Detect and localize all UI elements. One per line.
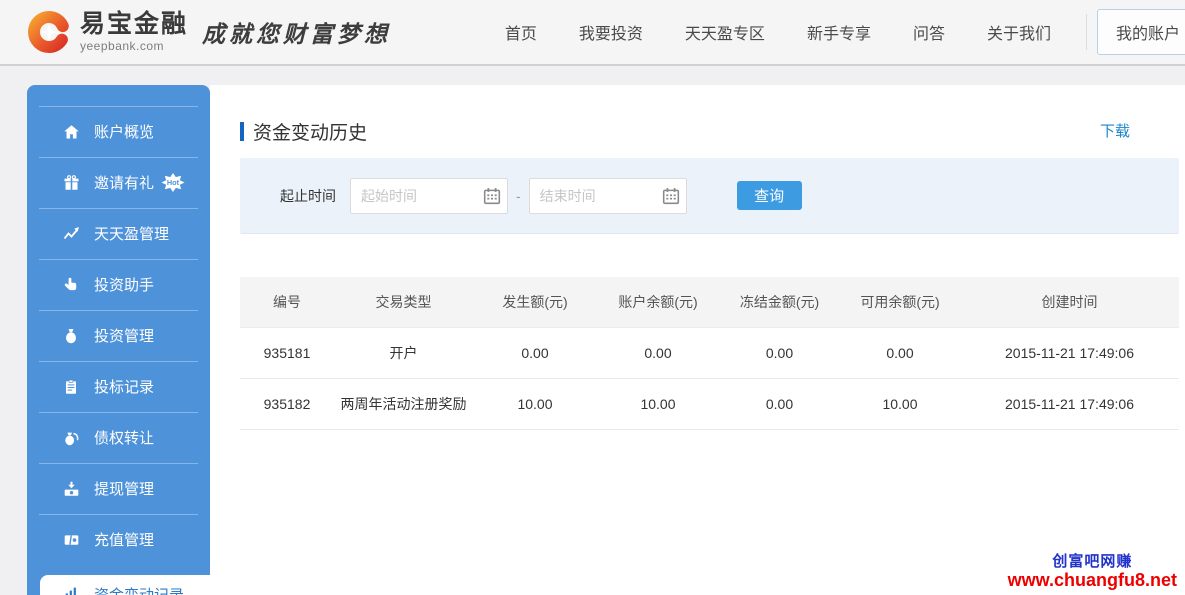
sidebar-item-label: 提现管理	[94, 481, 155, 498]
col-header-balance: 账户余额(元)	[597, 277, 719, 328]
nav-divider	[1085, 14, 1087, 50]
download-link[interactable]: 下载	[1100, 120, 1130, 141]
trend-icon	[63, 226, 83, 242]
top-header: 易宝金融 yeepbank.com 成就您财富梦想 首页 我要投资 天天盈专区 …	[0, 0, 1185, 66]
sidebar-item-invest-assistant[interactable]: 投资助手	[27, 259, 210, 310]
sidebar-item-withdraw-manage[interactable]: 提现管理	[27, 463, 210, 514]
sidebar-item-recharge-manage[interactable]: 充值管理	[27, 514, 210, 565]
brand-domain: yeepbank.com	[80, 39, 165, 53]
table-header-row: 编号 交易类型 发生额(元) 账户余额(元) 冻结金额(元) 可用余额(元) 创…	[240, 277, 1179, 328]
sidebar-item-bid-records[interactable]: 投标记录	[27, 361, 210, 412]
sidebar: 账户概览 邀请有礼 Hot 天天盈管理 投资助手 投资管理 投标记录 债权转让 …	[27, 85, 210, 595]
cell-available: 10.00	[840, 378, 960, 430]
col-header-frozen: 冻结金额(元)	[719, 277, 840, 328]
cell-created: 2015-11-21 17:49:06	[960, 327, 1179, 379]
cell-created: 2015-11-21 17:49:06	[960, 378, 1179, 430]
sidebar-item-label: 充值管理	[94, 532, 155, 549]
nav-item-newbie[interactable]: 新手专享	[807, 20, 871, 44]
fund-history-table: 编号 交易类型 发生额(元) 账户余额(元) 冻结金额(元) 可用余额(元) 创…	[240, 277, 1179, 430]
nav-item-qa[interactable]: 问答	[913, 20, 945, 44]
money-bag-icon	[63, 328, 83, 344]
clipboard-icon	[63, 379, 83, 395]
brand-logo[interactable]: 易宝金融 yeepbank.com	[26, 9, 188, 55]
col-header-created: 创建时间	[960, 277, 1179, 328]
cell-available: 0.00	[840, 327, 960, 379]
title-accent-bar	[240, 122, 244, 141]
col-header-amount: 发生额(元)	[473, 277, 597, 328]
date-range-label: 起止时间	[280, 187, 336, 204]
page-title: 资金变动历史	[240, 118, 1185, 145]
top-nav: 首页 我要投资 天天盈专区 新手专享 问答 关于我们 我的账户	[484, 9, 1185, 55]
sidebar-item-account-overview[interactable]: 账户概览	[27, 106, 210, 157]
date-filter-bar: 起止时间 - 查询	[240, 158, 1179, 234]
cell-type: 两周年活动注册奖励	[334, 378, 473, 430]
cell-balance: 10.00	[597, 378, 719, 430]
sidebar-item-invite-reward[interactable]: 邀请有礼 Hot	[27, 157, 210, 208]
col-header-type: 交易类型	[334, 277, 473, 328]
cell-balance: 0.00	[597, 327, 719, 379]
sidebar-item-label: 资金变动记录	[94, 584, 184, 595]
cell-amount: 0.00	[473, 327, 597, 379]
brand-name: 易宝金融	[80, 10, 189, 38]
sidebar-item-label: 投标记录	[94, 379, 155, 396]
cell-frozen: 0.00	[719, 378, 840, 430]
brand-slogan: 成就您财富梦想	[202, 21, 392, 48]
recharge-icon	[63, 532, 83, 548]
hand-pointer-icon	[63, 277, 83, 293]
date-range-separator: -	[516, 187, 521, 204]
search-button[interactable]: 查询	[736, 181, 802, 210]
my-account-button[interactable]: 我的账户	[1096, 9, 1185, 55]
main-content: 资金变动历史 下载 起止时间 - 查询	[210, 85, 1185, 595]
nav-item-ttying-zone[interactable]: 天天盈专区	[685, 20, 765, 44]
transfer-icon	[63, 430, 83, 446]
cell-type: 开户	[334, 327, 473, 379]
sidebar-item-fund-change-records[interactable]: 资金变动记录	[40, 575, 210, 595]
sidebar-item-label: 邀请有礼	[94, 175, 155, 192]
col-header-id: 编号	[240, 277, 334, 328]
cell-id: 935181	[240, 327, 334, 379]
nav-item-home[interactable]: 首页	[505, 20, 537, 44]
sidebar-item-label: 投资助手	[94, 277, 155, 294]
sidebar-item-invest-manage[interactable]: 投资管理	[27, 310, 210, 361]
sidebar-item-label: 投资管理	[94, 328, 155, 345]
nav-item-about[interactable]: 关于我们	[987, 20, 1051, 44]
gift-icon	[63, 174, 83, 191]
sidebar-item-label: 天天盈管理	[94, 226, 170, 243]
svg-text:Hot: Hot	[167, 178, 180, 187]
chart-icon	[63, 585, 83, 595]
sidebar-item-label: 债权转让	[94, 430, 155, 447]
col-header-available: 可用余额(元)	[840, 277, 960, 328]
table-row: 935181 开户 0.00 0.00 0.00 0.00 2015-11-21…	[240, 327, 1179, 379]
sidebar-item-debt-transfer[interactable]: 债权转让	[27, 412, 210, 463]
start-date-input[interactable]	[350, 177, 508, 214]
cell-id: 935182	[240, 378, 334, 430]
cell-frozen: 0.00	[719, 327, 840, 379]
yeepbank-logo-icon	[28, 11, 70, 53]
cell-amount: 10.00	[473, 378, 597, 430]
sidebar-item-label: 账户概览	[94, 124, 155, 141]
sidebar-menu: 账户概览 邀请有礼 Hot 天天盈管理 投资助手 投资管理 投标记录 债权转让 …	[27, 85, 210, 565]
nav-item-invest[interactable]: 我要投资	[579, 20, 643, 44]
home-icon	[63, 124, 83, 140]
end-date-input[interactable]	[528, 177, 687, 214]
hot-badge-icon: Hot	[161, 173, 185, 192]
sidebar-item-ttying-manage[interactable]: 天天盈管理	[27, 208, 210, 259]
table-row: 935182 两周年活动注册奖励 10.00 10.00 0.00 10.00 …	[240, 378, 1179, 430]
withdraw-icon	[63, 481, 83, 497]
